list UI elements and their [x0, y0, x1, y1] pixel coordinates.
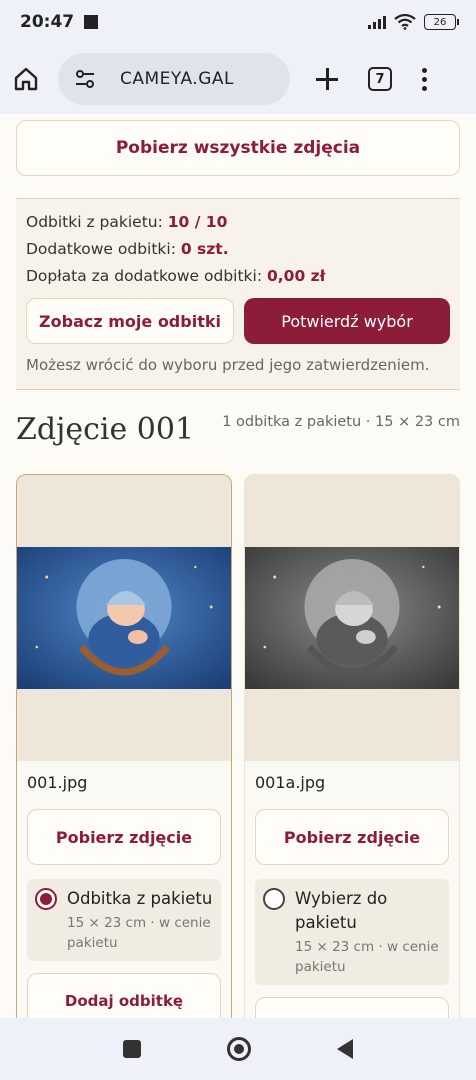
- surcharge-row: Dopłata za dodatkowe odbitki: 0,00 zł: [26, 263, 450, 290]
- tab-switcher-button[interactable]: 7: [368, 67, 392, 91]
- photo-filename: 001a.jpg: [255, 773, 326, 792]
- view-prints-button[interactable]: Zobacz moje odbitki: [26, 298, 234, 344]
- option-title: Wybierz do pakietu: [295, 889, 388, 932]
- selection-summary: Odbitki z pakietu: 10 / 10 Dodatkowe odb…: [16, 198, 460, 390]
- add-print-button[interactable]: Dodaj odbitkę: [255, 997, 449, 1018]
- download-photo-button[interactable]: Pobierz zdjęcie: [255, 809, 449, 865]
- back-icon[interactable]: [337, 1039, 353, 1059]
- recents-icon[interactable]: [123, 1040, 141, 1058]
- option-subtitle: 15 × 23 cm · w cenie pakietu: [67, 915, 211, 951]
- home-nav-icon[interactable]: [227, 1037, 251, 1061]
- home-icon: [14, 67, 38, 91]
- package-print-radio[interactable]: [35, 888, 57, 910]
- download-photo-button[interactable]: Pobierz zdjęcie: [27, 809, 221, 865]
- package-prints-row: Odbitki z pakietu: 10 / 10: [26, 209, 450, 236]
- photo-card: 001.jpg Pobierz zdjęcie Odbitka z pakiet…: [16, 474, 232, 1018]
- download-all-button[interactable]: Pobierz wszystkie zdjęcia: [16, 120, 460, 176]
- photo-frame: [17, 475, 231, 761]
- confirm-selection-button[interactable]: Potwierdź wybór: [244, 298, 450, 344]
- surcharge-value: 0,00 zł: [267, 267, 326, 285]
- recording-icon: [84, 15, 99, 29]
- home-button[interactable]: [12, 65, 40, 93]
- package-print-option[interactable]: Odbitka z pakietu 15 × 23 cm · w cenie p…: [27, 879, 221, 961]
- option-title: Odbitka z pakietu: [67, 889, 213, 908]
- photo-filename: 001.jpg: [27, 773, 88, 792]
- signal-icon: [368, 15, 386, 29]
- extra-prints-label: Dodatkowe odbitki:: [26, 240, 176, 258]
- photo-thumbnail[interactable]: [17, 547, 231, 689]
- url-text: CAMEYA.GAL: [120, 69, 234, 89]
- new-tab-button[interactable]: [314, 66, 340, 92]
- site-settings-icon[interactable]: [74, 68, 96, 90]
- address-bar[interactable]: CAMEYA.GAL: [58, 53, 290, 105]
- surcharge-label: Dopłata za dodatkowe odbitki:: [26, 267, 263, 285]
- photo-section-title: Zdjęcie 001: [16, 412, 195, 447]
- extra-prints-value: 0 szt.: [180, 240, 229, 258]
- package-print-radio[interactable]: [263, 888, 285, 910]
- page-content: Pobierz wszystkie zdjęcia Odbitki z paki…: [0, 114, 476, 1018]
- photo-section-meta: 1 odbitka z pakietu · 15 × 23 cm: [222, 414, 460, 430]
- system-nav-bar: [0, 1018, 476, 1080]
- browser-menu-button[interactable]: [422, 67, 427, 91]
- package-print-option[interactable]: Wybierz do pakietu 15 × 23 cm · w cenie …: [255, 879, 449, 985]
- extra-prints-row: Dodatkowe odbitki: 0 szt.: [26, 236, 450, 263]
- status-bar: 20:47 26: [0, 0, 476, 44]
- wifi-icon: [394, 14, 416, 30]
- battery-icon: 26: [424, 14, 459, 30]
- summary-note: Możesz wrócić do wyboru przed jego zatwi…: [26, 356, 430, 374]
- photo-thumbnail[interactable]: [245, 547, 459, 689]
- photo-frame: [245, 475, 459, 761]
- option-subtitle: 15 × 23 cm · w cenie pakietu: [295, 939, 439, 975]
- status-time: 20:47: [20, 12, 75, 32]
- package-prints-label: Odbitki z pakietu:: [26, 213, 163, 231]
- add-print-button[interactable]: Dodaj odbitkę: [27, 973, 221, 1018]
- photo-card: 001a.jpg Pobierz zdjęcie Wybierz do paki…: [244, 474, 460, 1018]
- package-prints-value: 10 / 10: [167, 213, 228, 231]
- browser-toolbar: CAMEYA.GAL 7: [0, 44, 476, 114]
